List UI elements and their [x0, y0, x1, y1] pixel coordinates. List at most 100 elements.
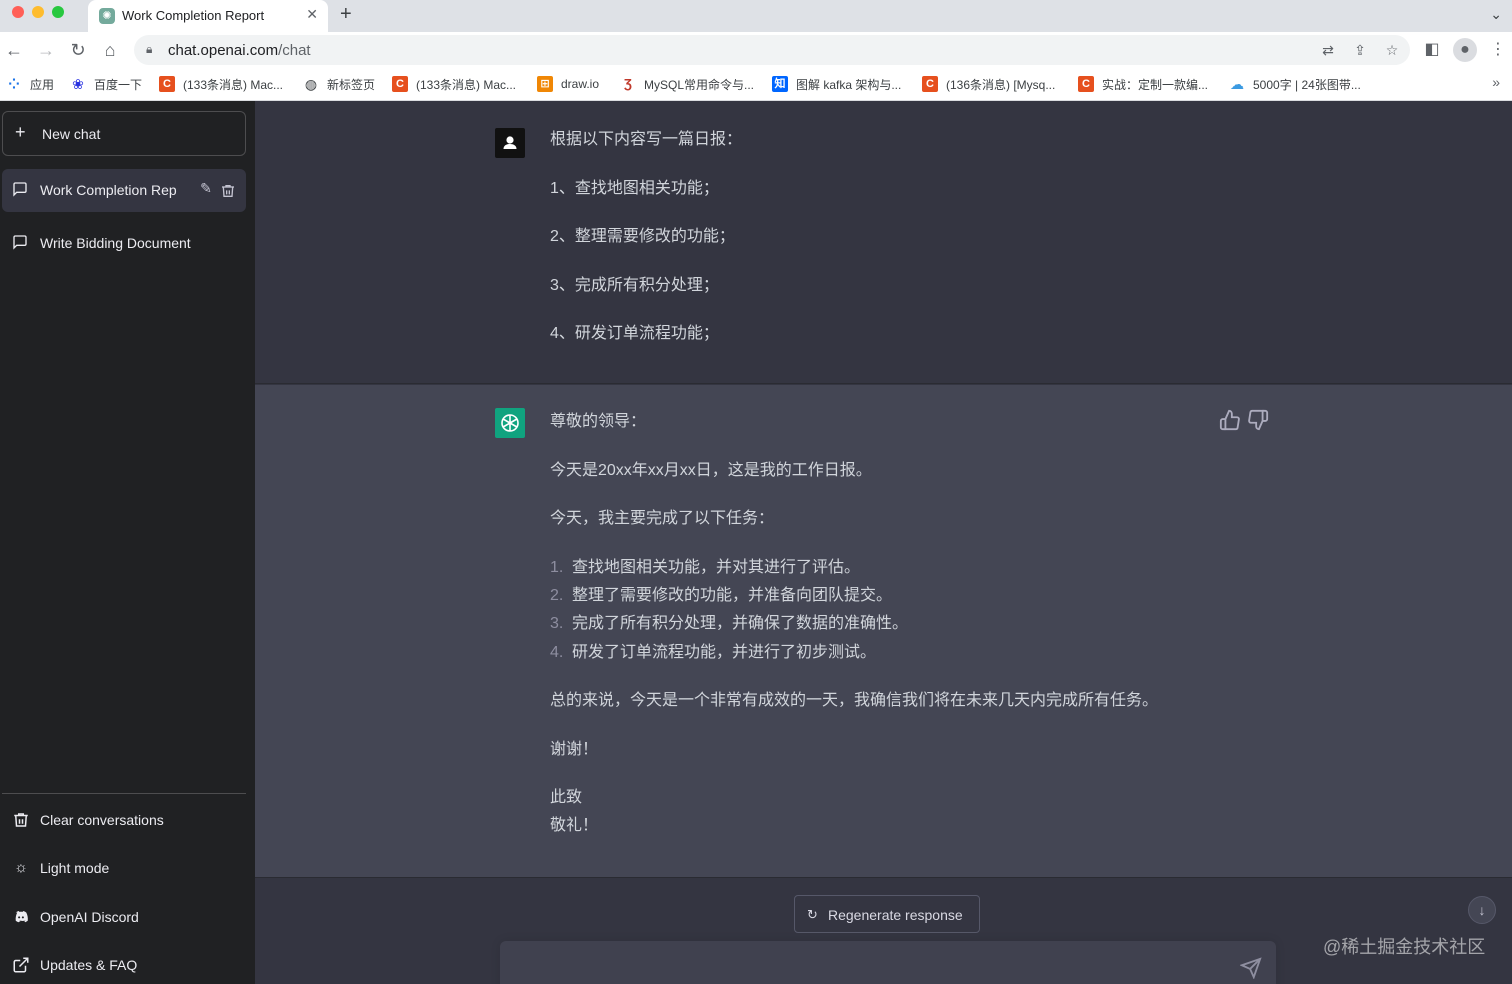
browser-menu-icon[interactable]: ⋮ — [1486, 38, 1510, 62]
bookmark-item[interactable]: C (133条消息) Mac... — [392, 75, 516, 93]
csdn-icon: C — [392, 76, 408, 92]
mysql-icon: Ʒ — [624, 76, 632, 91]
updates-faq-link[interactable]: Updates & FAQ — [2, 943, 246, 984]
conversation-item-work-completion[interactable]: Work Completion Rep ✎ — [2, 169, 246, 212]
light-mode-label: Light mode — [40, 860, 110, 876]
new-tab-button[interactable]: + — [340, 3, 352, 26]
chat-sidebar: + New chat Work Completion Rep ✎ Write B… — [0, 101, 255, 984]
discord-icon — [15, 911, 28, 923]
bookmark-item[interactable]: C (133条消息) Mac... — [159, 75, 283, 93]
message-input[interactable] — [516, 955, 1216, 979]
sidebar-divider — [2, 793, 246, 794]
user-avatar — [495, 128, 525, 158]
assistant-list-item: 4. 研发了订单流程功能，并进行了初步测试。 — [550, 639, 876, 667]
refresh-icon: ↻ — [807, 907, 818, 922]
assistant-list-item: 1. 查找地图相关功能，并对其进行了评估。 — [550, 554, 860, 582]
chat-bubble-icon — [13, 182, 27, 197]
bookmark-item[interactable]: ❀ 百度一下 — [70, 75, 142, 93]
csdn-icon: C — [159, 76, 175, 92]
translate-icon[interactable]: ⇄ — [1318, 40, 1338, 60]
openai-favicon-icon: ✺ — [99, 8, 115, 24]
bookmark-item[interactable]: ☁ 5000字 | 24张图带... — [1229, 75, 1361, 93]
message-composer — [500, 941, 1276, 984]
share-icon[interactable]: ⇪ — [1350, 40, 1370, 60]
clear-conversations-label: Clear conversations — [40, 812, 164, 828]
arrow-down-icon: ↓ — [1478, 902, 1486, 918]
user-message-item: 3、完成所有积分处理； — [550, 277, 719, 294]
sun-icon: ☼ — [14, 859, 28, 876]
openai-discord-link[interactable]: OpenAI Discord — [2, 895, 246, 939]
assistant-list-item: 2. 整理了需要修改的功能，并准备向团队提交。 — [550, 582, 892, 610]
scroll-to-bottom-button[interactable]: ↓ — [1468, 896, 1496, 924]
light-mode-button[interactable]: ☼ Light mode — [2, 846, 246, 890]
reload-icon[interactable]: ↻ — [66, 38, 90, 62]
csdn-icon: C — [1078, 76, 1094, 92]
updates-faq-label: Updates & FAQ — [40, 957, 138, 973]
delete-trash-icon[interactable] — [220, 183, 236, 199]
window-minimize-button[interactable] — [32, 6, 44, 18]
drawio-icon: ⊞ — [537, 76, 553, 92]
watermark-text: @稀土掘金技术社区 — [1323, 937, 1486, 957]
bookmark-item[interactable]: C (136条消息) [Mysq... — [922, 75, 1055, 93]
bookmarks-bar: ⁘ 应用 ❀ 百度一下 C (133条消息) Mac... ◍ 新标签页 C (133条消… — [0, 68, 1512, 101]
openai-logo-icon — [501, 414, 519, 432]
assistant-greeting: 尊敬的领导： — [550, 413, 647, 430]
chatgpt-avatar — [495, 408, 525, 438]
bookmark-star-icon[interactable]: ☆ — [1382, 40, 1402, 60]
baidu-icon: ❀ — [72, 76, 84, 92]
regenerate-label: Regenerate response — [828, 907, 963, 923]
chat-main: 根据以下内容写一篇日报： 1、查找地图相关功能； 2、整理需要修改的功能； 3、… — [255, 101, 1512, 984]
bookmark-item[interactable]: Ʒ MySQL常用命令与... — [620, 75, 754, 93]
assistant-closing: 敬礼！ — [550, 817, 599, 834]
assistant-paragraph: 今天是20xx年xx月xx日，这是我的工作日报。 — [550, 462, 872, 479]
browser-tab-bar: ✺ Work Completion Report ✕ + ⌄ — [0, 0, 1512, 32]
tab-search-chevron-icon[interactable]: ⌄ — [1490, 6, 1502, 23]
conversation-title: Write Bidding Document — [40, 235, 191, 251]
cloud-icon: ☁ — [1230, 76, 1244, 92]
browser-tab-active[interactable]: ✺ Work Completion Report ✕ — [88, 0, 328, 32]
bookmark-item[interactable]: ⁘ 应用 — [6, 75, 54, 93]
window-zoom-button[interactable] — [52, 6, 64, 18]
url-text[interactable]: chat.openai.com/chat — [168, 42, 311, 59]
list-number: 2. — [550, 587, 564, 604]
user-message-item: 4、研发订单流程功能； — [550, 325, 719, 342]
list-number: 1. — [550, 559, 564, 576]
bookmark-item[interactable]: 知图解 kafka 架构与... — [772, 75, 901, 93]
lock-icon[interactable]: 🔒︎ — [146, 42, 152, 57]
forward-arrow-icon[interactable]: → — [34, 38, 58, 62]
user-message-item: 1、查找地图相关功能； — [550, 180, 719, 197]
bookmark-item[interactable]: ◍ 新标签页 — [303, 75, 375, 93]
tab-close-icon[interactable]: ✕ — [306, 6, 318, 23]
window-close-button[interactable] — [12, 6, 24, 18]
list-text: 查找地图相关功能，并对其进行了评估。 — [572, 559, 861, 576]
conversation-title: Work Completion Rep — [40, 182, 177, 198]
back-arrow-icon[interactable]: ← — [2, 38, 26, 62]
new-chat-button[interactable]: + New chat — [2, 111, 246, 156]
list-number: 4. — [550, 644, 564, 661]
assistant-paragraph: 今天，我主要完成了以下任务： — [550, 510, 775, 527]
external-link-icon — [13, 957, 29, 973]
home-icon[interactable]: ⌂ — [98, 38, 122, 62]
conversation-item-bidding-document[interactable]: Write Bidding Document — [2, 222, 246, 265]
assistant-list-item: 3. 完成了所有积分处理，并确保了数据的准确性。 — [550, 610, 908, 638]
apps-grid-icon: ⁘ — [8, 76, 20, 92]
side-panel-icon[interactable]: ◧ — [1420, 38, 1444, 62]
send-icon[interactable] — [1240, 957, 1262, 979]
assistant-closing: 此致 — [550, 789, 583, 806]
list-text: 完成了所有积分处理，并确保了数据的准确性。 — [572, 615, 909, 632]
browser-toolbar: ← → ↻ ⌂ 🔒︎ chat.openai.com/chat ⇄ ⇪ ☆ ◧ … — [0, 32, 1512, 68]
address-bar[interactable]: 🔒︎ chat.openai.com/chat ⇄ ⇪ ☆ — [134, 35, 1410, 65]
assistant-message: 尊敬的领导： 今天是20xx年xx月xx日，这是我的工作日报。 今天，我主要完成… — [255, 385, 1512, 878]
bookmark-item[interactable]: C 实战：定制一款编... — [1078, 75, 1208, 93]
thumbs-up-icon[interactable] — [1219, 409, 1241, 431]
profile-avatar-icon[interactable]: ● — [1453, 38, 1477, 62]
list-number: 3. — [550, 615, 564, 632]
chat-bubble-icon — [13, 235, 27, 250]
regenerate-response-button[interactable]: ↻ Regenerate response — [794, 895, 980, 933]
bookmark-item[interactable]: ⊞ draw.io — [537, 75, 599, 93]
edit-pencil-icon[interactable]: ✎ — [196, 180, 216, 200]
assistant-paragraph: 总的来说，今天是一个非常有成效的一天，我确信我们将在未来几天内完成所有任务。 — [550, 692, 1159, 709]
bookmarks-overflow-icon[interactable]: » — [1492, 74, 1500, 90]
clear-conversations-button[interactable]: Clear conversations — [2, 798, 246, 842]
thumbs-down-icon[interactable] — [1247, 409, 1269, 431]
